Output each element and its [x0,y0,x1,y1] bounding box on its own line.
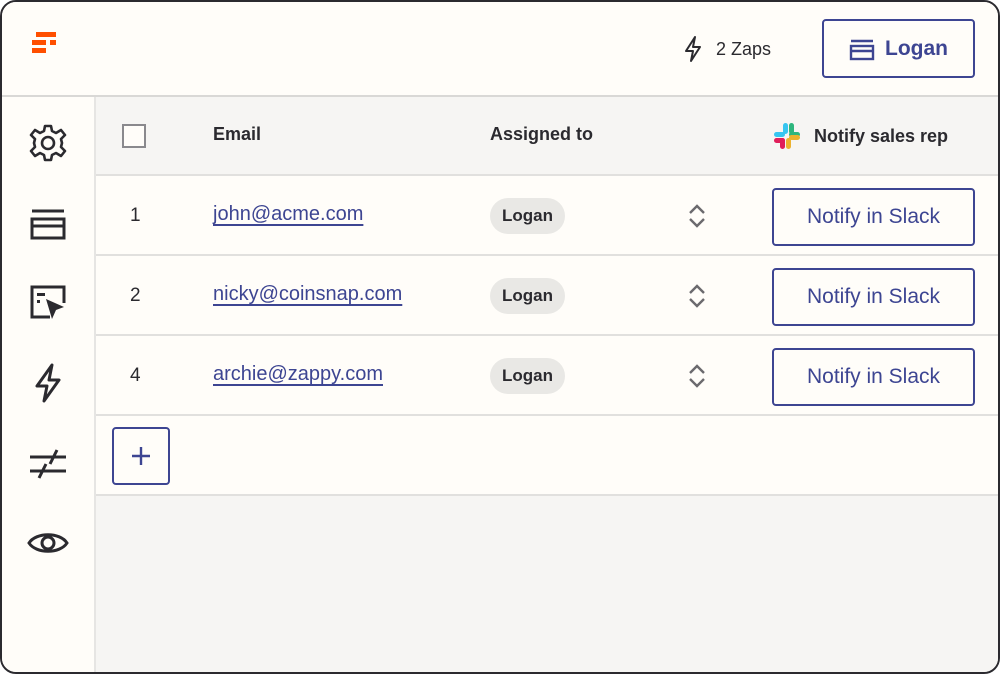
lightning-icon [685,36,701,62]
app-window: 2 Zaps Logan Email Assigned to Notify sa… [0,0,1000,674]
sort-chevrons-icon[interactable] [686,282,708,310]
row-number: 4 [130,365,141,386]
row-number: 2 [130,285,141,306]
row-number: 1 [130,205,141,226]
assignee-pill[interactable]: Logan [490,358,565,394]
assignee-pill[interactable]: Logan [490,278,565,314]
table-row: 1 john@acme.com Logan Notify in Slack [96,176,998,256]
gear-icon [29,124,67,162]
email-link[interactable]: john@acme.com [213,203,363,226]
zaps-label: 2 Zaps [716,38,772,59]
sidebar-item-zaps[interactable] [24,359,72,407]
sidebar-item-preview[interactable] [24,519,72,567]
notify-slack-button[interactable]: Notify in Slack [772,268,975,326]
tables-icon [849,39,875,60]
notify-header-label: Notify sales rep [814,125,949,146]
plus-icon [132,447,150,465]
zapier-logo-icon [32,32,56,53]
user-label: Logan [885,36,948,60]
sidebar [2,97,96,672]
email-link[interactable]: nicky@coinsnap.com [213,283,402,306]
zaps-count[interactable]: 2 Zaps [682,32,771,66]
eye-icon [27,533,69,553]
add-row-button[interactable] [112,427,170,485]
top-bar: 2 Zaps Logan [2,2,998,97]
user-button[interactable]: Logan [822,19,975,78]
sidebar-item-settings[interactable] [24,119,72,167]
sidebar-item-interfaces[interactable] [24,279,72,327]
slack-icon [774,123,800,149]
sidebar-item-tables[interactable] [24,199,72,247]
assignee-pill[interactable]: Logan [490,198,565,234]
column-header-notify: Notify sales rep [772,121,948,151]
column-header-assigned: Assigned to [490,124,594,144]
sidebar-item-transfer[interactable] [24,439,72,487]
sort-chevrons-icon[interactable] [686,202,708,230]
column-header-email: Email [213,124,262,144]
table-header: Email Assigned to Notify sales rep [96,97,998,176]
sort-chevrons-icon[interactable] [686,362,708,390]
notify-slack-button[interactable]: Notify in Slack [772,348,975,406]
select-all-checkbox[interactable] [122,124,146,148]
table-row: 2 nicky@coinsnap.com Logan Notify in Sla… [96,256,998,336]
interfaces-icon [30,285,66,319]
table-row: 4 archie@zappy.com Logan Notify in Slack [96,336,998,416]
email-link[interactable]: archie@zappy.com [213,363,383,386]
tables-icon [30,209,66,240]
transfer-icon [30,449,66,479]
notify-slack-button[interactable]: Notify in Slack [772,188,975,246]
main-content: Email Assigned to Notify sales rep 1 joh… [96,97,998,672]
add-row-container [96,416,998,496]
zap-icon [35,363,61,403]
